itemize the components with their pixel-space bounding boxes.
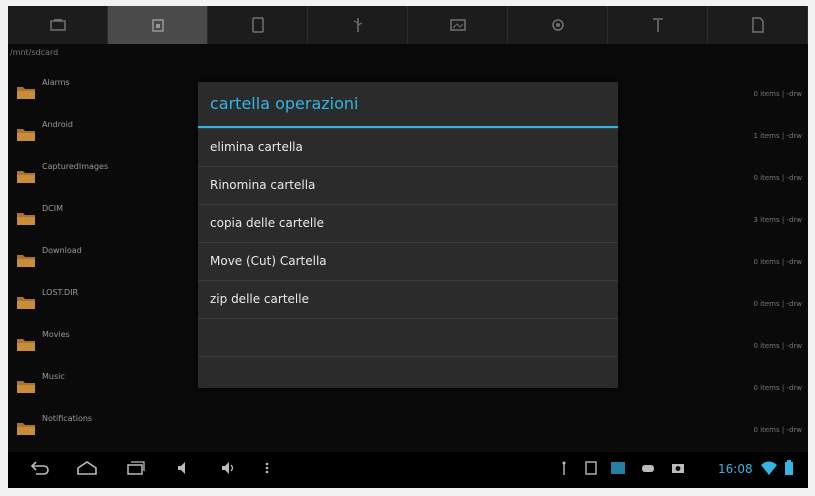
android-screen: /mnt/sdcard Alarms 0 items | -drw Androi… xyxy=(8,6,808,488)
copy-folder-item[interactable]: copia delle cartelle xyxy=(198,204,618,242)
disabled-menu-item xyxy=(198,356,618,394)
tab-file[interactable] xyxy=(708,6,808,44)
folder-name: CapturedImages xyxy=(42,162,109,171)
delete-folder-item[interactable]: elimina cartella xyxy=(198,128,618,166)
tab-settings[interactable] xyxy=(508,6,608,44)
rename-folder-item[interactable]: Rinomina cartella xyxy=(198,166,618,204)
folder-operations-dialog: cartella operazioni elimina cartella Rin… xyxy=(198,82,618,388)
folder-meta: 0 items | -drw xyxy=(753,426,802,434)
system-nav-bar: 16:08 xyxy=(8,452,808,488)
tab-home[interactable] xyxy=(108,6,208,44)
folder-icon xyxy=(17,129,35,141)
folder-meta: 0 items | -drw xyxy=(753,258,802,266)
image-notification-icon[interactable] xyxy=(610,460,626,476)
folder-icon xyxy=(17,87,35,99)
usb-icon xyxy=(353,18,362,32)
folder-name: Alarms xyxy=(42,78,70,87)
folder-icon xyxy=(17,423,35,435)
folder-icon xyxy=(17,297,35,309)
gamepad-notification-icon[interactable] xyxy=(640,460,656,476)
image-icon xyxy=(449,19,466,31)
folder-icon xyxy=(17,171,35,183)
location-tab-bar xyxy=(8,6,808,44)
current-path: /mnt/sdcard xyxy=(10,48,59,57)
folder-meta: 1 items | -drw xyxy=(753,132,802,140)
file-icon xyxy=(751,17,764,33)
dialog-title: cartella operazioni xyxy=(198,82,618,128)
folder-name: Download xyxy=(42,246,82,255)
folder-name: Android xyxy=(42,120,73,129)
folder-meta: 0 items | -drw xyxy=(753,174,802,182)
menu-icon[interactable] xyxy=(264,460,270,476)
folder-icon xyxy=(17,213,35,225)
tab-sdcard[interactable] xyxy=(8,6,108,44)
folder-name: LOST.DIR xyxy=(42,288,79,297)
disabled-menu-item xyxy=(198,318,618,356)
volume-down-icon[interactable] xyxy=(176,460,192,476)
folder-meta: 0 items | -drw xyxy=(753,384,802,392)
folder-name: Movies xyxy=(42,330,70,339)
antenna-icon xyxy=(652,18,663,32)
usb-notification-icon[interactable] xyxy=(558,460,570,476)
tab-usb[interactable] xyxy=(308,6,408,44)
folder-meta: 0 items | -drw xyxy=(753,300,802,308)
tab-tablet[interactable] xyxy=(208,6,308,44)
list-item-notifications[interactable]: Notifications 0 items | -drw xyxy=(8,402,808,444)
screenshot-notification-icon[interactable] xyxy=(584,460,598,476)
folder-name: Notifications xyxy=(42,414,93,423)
zip-folder-item[interactable]: zip delle cartelle xyxy=(198,280,618,318)
tab-images[interactable] xyxy=(408,6,508,44)
folder-icon xyxy=(17,339,35,351)
tablet-icon xyxy=(251,17,264,33)
folder-meta: 0 items | -drw xyxy=(753,342,802,350)
folder-name: DCIM xyxy=(42,204,64,213)
folder-name: Music xyxy=(42,372,65,381)
folder-icon xyxy=(17,255,35,267)
camera-notification-icon[interactable] xyxy=(670,460,686,476)
sdcard-icon xyxy=(49,19,66,31)
move-folder-item[interactable]: Move (Cut) Cartella xyxy=(198,242,618,280)
tab-antenna[interactable] xyxy=(608,6,708,44)
recent-apps-icon[interactable] xyxy=(126,460,146,476)
folder-meta: 0 items | -drw xyxy=(753,90,802,98)
status-clock[interactable]: 16:08 xyxy=(718,462,753,476)
folder-icon xyxy=(17,381,35,393)
back-icon[interactable] xyxy=(30,460,50,476)
home-folder-icon xyxy=(151,19,164,32)
folder-meta: 3 items | -drw xyxy=(753,216,802,224)
settings-icon xyxy=(551,19,564,31)
battery-icon[interactable] xyxy=(784,460,794,476)
volume-up-icon[interactable] xyxy=(220,460,238,476)
wifi-icon[interactable] xyxy=(760,460,778,476)
home-icon[interactable] xyxy=(76,460,98,476)
